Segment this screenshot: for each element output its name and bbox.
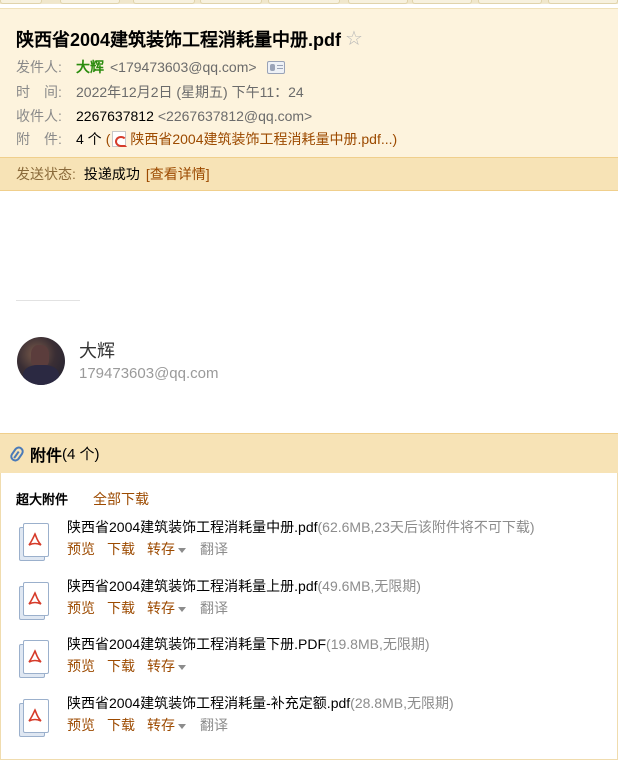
attachment-name[interactable]: 陕西省2004建筑装饰工程消耗量-补充定额.pdf: [67, 695, 350, 711]
subject-text: 陕西省2004建筑装饰工程消耗量中册.pdf: [16, 30, 342, 50]
to-label: 收件人:: [16, 108, 62, 124]
download-link[interactable]: 下载: [107, 715, 135, 735]
attachment-row: 附 件: 4 个 ( 陕西省2004建筑装饰工程消耗量中册.pdf... ): [16, 129, 397, 149]
caret-down-icon: [178, 606, 186, 612]
translate-link[interactable]: 翻译: [200, 598, 228, 618]
paperclip-icon: [8, 444, 26, 463]
attachment-actions: 预览 下载 转存: [67, 656, 200, 676]
top-tab-strip: [0, 0, 618, 4]
attachment-name[interactable]: 陕西省2004建筑装饰工程消耗量下册.PDF: [67, 636, 326, 652]
from-row: 发件人: 大辉 <179473603@qq.com>: [16, 57, 285, 77]
download-link[interactable]: 下载: [107, 598, 135, 618]
attachment-actions: 预览 下载 转存 翻译: [67, 539, 240, 559]
sender-address: <179473603@qq.com>: [110, 59, 257, 75]
attachment-item: 陕西省2004建筑装饰工程消耗量-补充定额.pdf(28.8MB,无限期) 预览…: [17, 693, 613, 747]
caret-down-icon: [178, 547, 186, 553]
delivery-status-bar: 发送状态: 投递成功 [查看详情]: [0, 157, 618, 191]
tab-edge[interactable]: [548, 0, 618, 4]
save-to-label: 转存: [147, 541, 175, 557]
sender-name[interactable]: 大辉: [76, 57, 104, 77]
attachments-title: 附件: [30, 447, 63, 465]
open-paren: (: [105, 131, 111, 147]
pdf-file-icon[interactable]: [17, 699, 53, 739]
time-value: 2022年12月2日 (星期五) 下午11：24: [76, 84, 304, 100]
to-row: 收件人: 2267637812 <2267637812@qq.com>: [16, 106, 312, 126]
caret-down-icon: [178, 723, 186, 729]
tab-edge[interactable]: [348, 0, 408, 4]
preview-link[interactable]: 预览: [67, 715, 95, 735]
attachment-count: 4 个: [76, 131, 102, 147]
attachment-meta: (19.8MB,无限期): [326, 636, 430, 652]
avatar: [17, 337, 65, 385]
signature-name: 大辉: [79, 341, 115, 361]
pdf-icon: [112, 131, 128, 147]
attachment-meta: (62.6MB,23天后该附件将不可下载): [317, 519, 535, 535]
star-icon[interactable]: ☆: [345, 29, 363, 49]
contact-card-icon[interactable]: [266, 60, 285, 74]
save-to-dropdown[interactable]: 转存: [147, 539, 188, 559]
time-row: 时 间: 2022年12月2日 (星期五) 下午11：24: [16, 82, 304, 102]
tab-edge[interactable]: [133, 0, 195, 4]
tab-edge[interactable]: [268, 0, 340, 4]
preview-link[interactable]: 预览: [67, 598, 95, 618]
tab-edge[interactable]: [60, 0, 120, 4]
tab-edge[interactable]: [0, 0, 42, 4]
save-to-label: 转存: [147, 600, 175, 616]
attachment-name[interactable]: 陕西省2004建筑装饰工程消耗量上册.pdf: [67, 578, 318, 594]
attachment-meta: (49.6MB,无限期): [317, 578, 421, 594]
attachment-filename[interactable]: 陕西省2004建筑装饰工程消耗量-补充定额.pdf(28.8MB,无限期): [67, 693, 454, 713]
pdf-file-icon[interactable]: [17, 523, 53, 563]
signature-email: 179473603@qq.com: [79, 365, 219, 382]
translate-link[interactable]: 翻译: [200, 715, 228, 735]
tab-edge[interactable]: [412, 0, 472, 4]
attachment-filename[interactable]: 陕西省2004建筑装饰工程消耗量中册.pdf(62.6MB,23天后该附件将不可…: [67, 517, 535, 537]
attachment-filename[interactable]: 陕西省2004建筑装饰工程消耗量上册.pdf(49.6MB,无限期): [67, 576, 421, 596]
save-to-label: 转存: [147, 717, 175, 733]
recipient-name[interactable]: 2267637812: [76, 106, 154, 126]
attachments-count: (4 个): [62, 446, 100, 463]
download-link[interactable]: 下载: [107, 656, 135, 676]
attachment-actions: 预览 下载 转存 翻译: [67, 715, 240, 735]
save-to-dropdown[interactable]: 转存: [147, 598, 188, 618]
attachment-first-link[interactable]: 陕西省2004建筑装饰工程消耗量中册.pdf...: [130, 129, 392, 149]
download-all-link[interactable]: 全部下载: [93, 489, 149, 509]
close-paren: ): [392, 131, 398, 147]
status-value: 投递成功: [83, 166, 140, 182]
pdf-file-icon[interactable]: [17, 582, 53, 622]
pdf-file-icon[interactable]: [17, 640, 53, 680]
email-header: 陕西省2004建筑装饰工程消耗量中册.pdf ☆ 发件人: 大辉 <179473…: [0, 8, 618, 157]
from-label: 发件人:: [16, 59, 62, 75]
save-to-dropdown[interactable]: 转存: [147, 656, 188, 676]
attachment-filename[interactable]: 陕西省2004建筑装饰工程消耗量下册.PDF(19.8MB,无限期): [67, 634, 430, 654]
attachment-meta: (28.8MB,无限期): [350, 695, 454, 711]
attachment-item: 陕西省2004建筑装饰工程消耗量上册.pdf(49.6MB,无限期) 预览 下载…: [17, 576, 613, 630]
tab-edge[interactable]: [478, 0, 542, 4]
caret-down-icon: [178, 664, 186, 670]
recipient-address: <2267637812@qq.com>: [157, 108, 313, 124]
save-to-dropdown[interactable]: 转存: [147, 715, 188, 735]
attachment-label: 附 件:: [16, 131, 62, 147]
signature-divider: [16, 300, 80, 301]
status-label: 发送状态:: [16, 166, 76, 182]
attachment-name[interactable]: 陕西省2004建筑装饰工程消耗量中册.pdf: [67, 519, 318, 535]
view-details-link[interactable]: [查看详情]: [146, 164, 210, 184]
tab-edge[interactable]: [200, 0, 262, 4]
big-attachment-label: 超大附件: [16, 492, 69, 507]
attachments-header: 附件 (4 个): [0, 433, 618, 473]
attachment-item: 陕西省2004建筑装饰工程消耗量下册.PDF(19.8MB,无限期) 预览 下载…: [17, 634, 613, 688]
email-subject: 陕西省2004建筑装饰工程消耗量中册.pdf ☆: [16, 26, 363, 52]
preview-link[interactable]: 预览: [67, 539, 95, 559]
attachments-panel: 超大附件 全部下载 陕西省2004建筑装饰工程消耗量中册.pdf(62.6MB,…: [0, 473, 618, 760]
attachment-actions: 预览 下载 转存 翻译: [67, 598, 240, 618]
download-link[interactable]: 下载: [107, 539, 135, 559]
save-to-label: 转存: [147, 658, 175, 674]
attachment-item: 陕西省2004建筑装饰工程消耗量中册.pdf(62.6MB,23天后该附件将不可…: [17, 517, 613, 571]
translate-link[interactable]: 翻译: [200, 539, 228, 559]
time-label: 时 间:: [16, 84, 62, 100]
preview-link[interactable]: 预览: [67, 656, 95, 676]
